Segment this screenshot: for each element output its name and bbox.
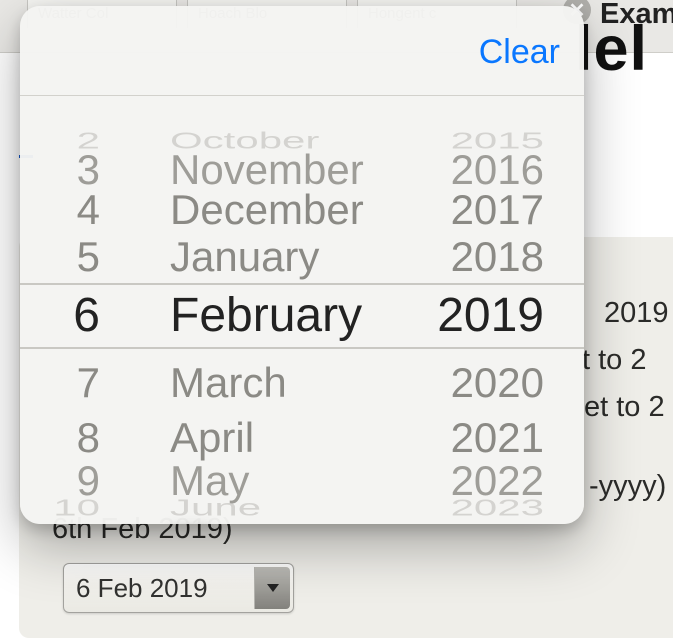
month-option[interactable]: June (160, 496, 410, 519)
month-option[interactable]: April (160, 417, 410, 459)
day-option[interactable]: 10 (45, 496, 155, 519)
picker-wheels: 2 3 4 5 6 7 8 9 10 October November Dece… (20, 105, 584, 524)
month-option[interactable]: January (160, 236, 410, 278)
day-option[interactable]: 4 (45, 189, 155, 231)
month-wheel[interactable]: October November December January Februa… (160, 105, 410, 524)
day-option[interactable]: 3 (45, 149, 155, 191)
year-option[interactable]: 2018 (412, 236, 562, 278)
chevron-down-icon[interactable] (254, 567, 290, 609)
clear-button[interactable]: Clear (479, 33, 560, 72)
month-selected[interactable]: February (160, 292, 410, 340)
day-option[interactable]: 7 (45, 362, 155, 404)
year-selected[interactable]: 2019 (412, 292, 562, 340)
year-option[interactable]: 2020 (412, 362, 562, 404)
date-picker-popover: Clear 2 3 4 5 6 7 8 9 10 October Novembe… (20, 6, 584, 524)
panel-text: t to 2 (582, 344, 647, 377)
day-wheel[interactable]: 2 3 4 5 6 7 8 9 10 (45, 105, 155, 524)
date-select-value: 6 Feb 2019 (76, 573, 208, 604)
year-option[interactable]: 2016 (412, 149, 562, 191)
popover-header: Clear (20, 6, 584, 96)
panel-text: 2019 (604, 297, 669, 330)
month-option[interactable]: December (160, 189, 410, 231)
year-option[interactable]: 2021 (412, 417, 562, 459)
day-selected[interactable]: 6 (45, 292, 155, 340)
month-option[interactable]: November (160, 149, 410, 191)
day-option[interactable]: 5 (45, 236, 155, 278)
page-title: lel (575, 13, 648, 85)
year-option[interactable]: 2023 (412, 496, 562, 519)
date-select[interactable]: 6 Feb 2019 (63, 563, 294, 613)
day-option[interactable]: 8 (45, 417, 155, 459)
month-option[interactable]: March (160, 362, 410, 404)
panel-text: -yyyy) (589, 470, 666, 503)
year-option[interactable]: 2017 (412, 189, 562, 231)
year-wheel[interactable]: 2015 2016 2017 2018 2019 2020 2021 2022 … (412, 105, 562, 524)
panel-text: et to 2 (584, 391, 665, 424)
